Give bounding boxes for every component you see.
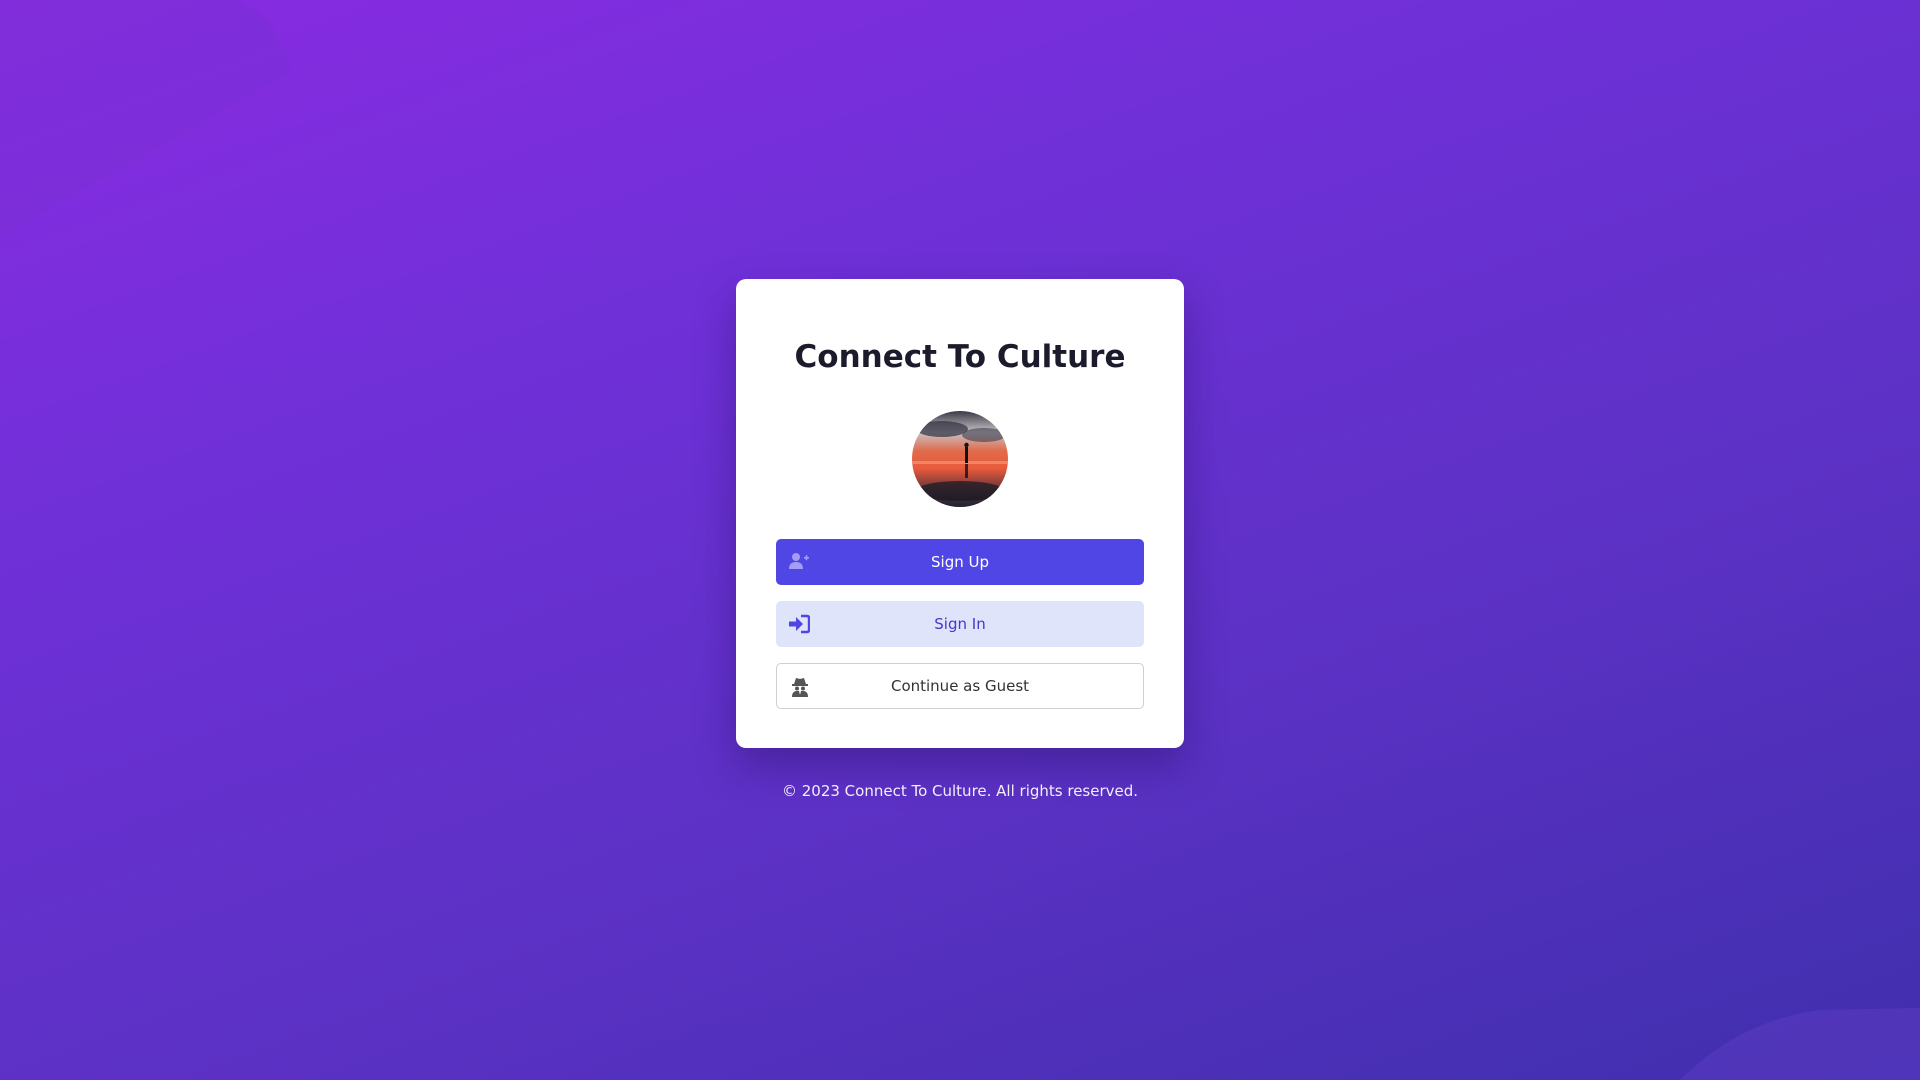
sign-in-icon [788,613,810,635]
logo-avatar [912,411,1008,507]
sign-in-button[interactable]: Sign In [776,601,1144,647]
page-title: Connect To Culture [794,339,1126,375]
user-secret-icon [789,676,811,698]
background-decoration [0,0,290,236]
sign-up-button[interactable]: Sign Up [776,539,1144,585]
background-decoration-corner [1680,1008,1920,1080]
guest-label: Continue as Guest [890,677,1030,695]
sign-up-label: Sign Up [931,553,989,571]
welcome-card: Connect To Culture Sign Up Sign In Conti… [736,279,1184,748]
sign-in-label: Sign In [934,615,986,633]
copyright-footer: © 2023 Connect To Culture. All rights re… [781,782,1139,800]
continue-as-guest-button[interactable]: Continue as Guest [776,663,1144,709]
user-plus-icon [788,551,810,573]
